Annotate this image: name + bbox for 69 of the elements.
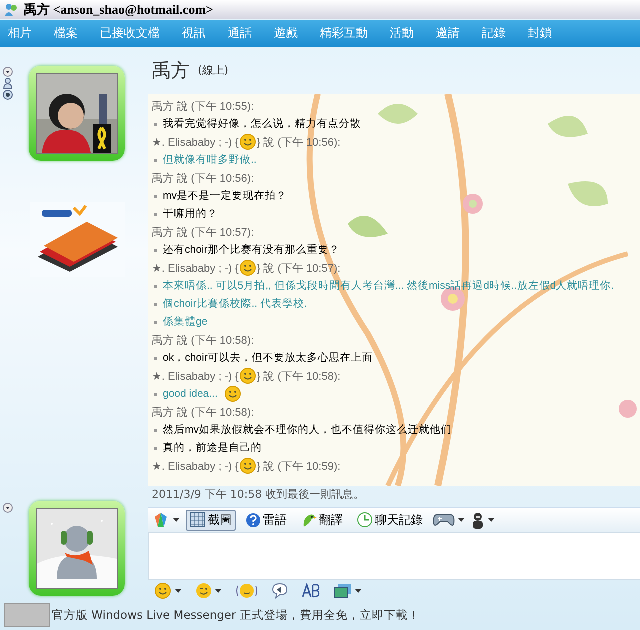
smiley-icon [155, 583, 171, 599]
sender-line: ★. Elisababy ; -) { } 說 (下午 10:59): [152, 457, 341, 475]
message-text: 本來唔係.. 可以5月拍,, 但係戈段時間有人考台灣... 然後miss話再過d時候..放左假d人就唔理你. [163, 279, 614, 293]
nudge-icon [236, 583, 258, 599]
messenger-logo-icon [4, 2, 18, 16]
message-text: 然后mv如果放假就会不理你的人，也不值得你这么迁就他们 [163, 423, 452, 437]
sender-line: 禹方 說 (下午 10:58): [152, 334, 254, 348]
flower-drawing [619, 400, 637, 418]
sender-line: 禹方 說 (下午 10:58): [152, 406, 254, 420]
menu-item[interactable]: 遊戲 [266, 25, 298, 42]
redaction-block [4, 603, 50, 627]
message-text: ok，choir可以去，但不要放太多心思在上面 [163, 351, 373, 365]
leaf-drawing [568, 182, 608, 206]
caret-icon[interactable] [173, 518, 180, 522]
figure-icon[interactable] [471, 512, 485, 528]
leaf-drawing [348, 216, 388, 238]
menu-item[interactable]: 記錄 [474, 25, 506, 42]
caret-icon[interactable] [215, 589, 222, 593]
picture-icon [334, 583, 352, 599]
menu-item[interactable]: 已接收文檔 [92, 25, 160, 42]
message-text: 干嘛用的？ [163, 207, 218, 221]
message-text: 还有choir那个比赛有没有那么重要？ [163, 243, 340, 257]
flower-drawing [463, 194, 483, 214]
sender-line: ★. Elisababy ; -) { } 說 (下午 10:58): [152, 367, 341, 385]
caret-icon[interactable] [488, 518, 495, 522]
leaf-drawing [378, 104, 418, 124]
speech-bubble-icon [272, 583, 288, 599]
last-message-note: 2011/3/9 下午 10:58 收到最後一則訊息。 [151, 487, 366, 503]
menu-item[interactable]: 檔案 [46, 25, 78, 42]
message-text: 我看完觉得好像，怎么说，精力有点分散 [163, 117, 361, 131]
menu-item[interactable]: 視訊 [174, 25, 206, 42]
message-text: 但就像有咁多野做.. [163, 153, 257, 167]
message-text: good idea... [163, 388, 218, 400]
leaf-drawing [548, 116, 588, 138]
message-text: 係集體ge [163, 315, 208, 329]
winking-face-icon [196, 583, 212, 599]
window-title: 禹方 <anson_shao@hotmail.com> [24, 0, 214, 18]
menu-item[interactable]: 相片 [0, 25, 32, 42]
collapse-icon[interactable] [3, 67, 13, 77]
toolbar-button[interactable]: 雷語 [242, 510, 291, 530]
menu-item[interactable]: 通話 [220, 25, 252, 42]
toolbar-button[interactable]: 翻譯 [297, 510, 347, 530]
bird-icon [301, 512, 317, 528]
message-text: mv是不是一定要现在拍？ [163, 189, 287, 203]
caret-icon[interactable] [355, 589, 362, 593]
contact-icon[interactable] [3, 78, 13, 89]
menu-item[interactable]: 活動 [382, 25, 414, 42]
message-text: 真的，前途是自己的 [163, 441, 262, 455]
menu-item[interactable]: 精彩互動 [312, 25, 368, 42]
gamepad-icon[interactable] [433, 512, 455, 528]
caret-icon[interactable] [458, 518, 465, 522]
message-text: 個choir比賽係校際.. 代表學校. [163, 297, 308, 311]
spell-check-icon [302, 583, 320, 599]
question-icon [246, 512, 261, 528]
message-input-field[interactable] [148, 532, 640, 580]
sender-line: 禹方 說 (下午 10:57): [152, 226, 254, 240]
sender-line: 禹方 說 (下午 10:56): [152, 172, 254, 186]
menu-item[interactable]: 邀請 [428, 25, 460, 42]
collapse-icon[interactable] [3, 503, 13, 513]
contact-name: 禹方 [152, 58, 190, 84]
sender-line: 禹方 說 (下午 10:55): [152, 100, 254, 114]
clock-icon [357, 512, 373, 528]
grid-icon [190, 512, 206, 528]
contact-status: (線上) [198, 63, 229, 78]
toolbar-button[interactable]: 聊天記錄 [353, 510, 427, 530]
status-bar-text[interactable]: 官方版 Windows Live Messenger 正式登場，費用全免，立即下載！ [52, 608, 420, 622]
caret-icon[interactable] [175, 589, 182, 593]
menu-item[interactable]: 封鎖 [520, 25, 552, 42]
toolbar-button[interactable]: 截圖 [186, 510, 236, 530]
